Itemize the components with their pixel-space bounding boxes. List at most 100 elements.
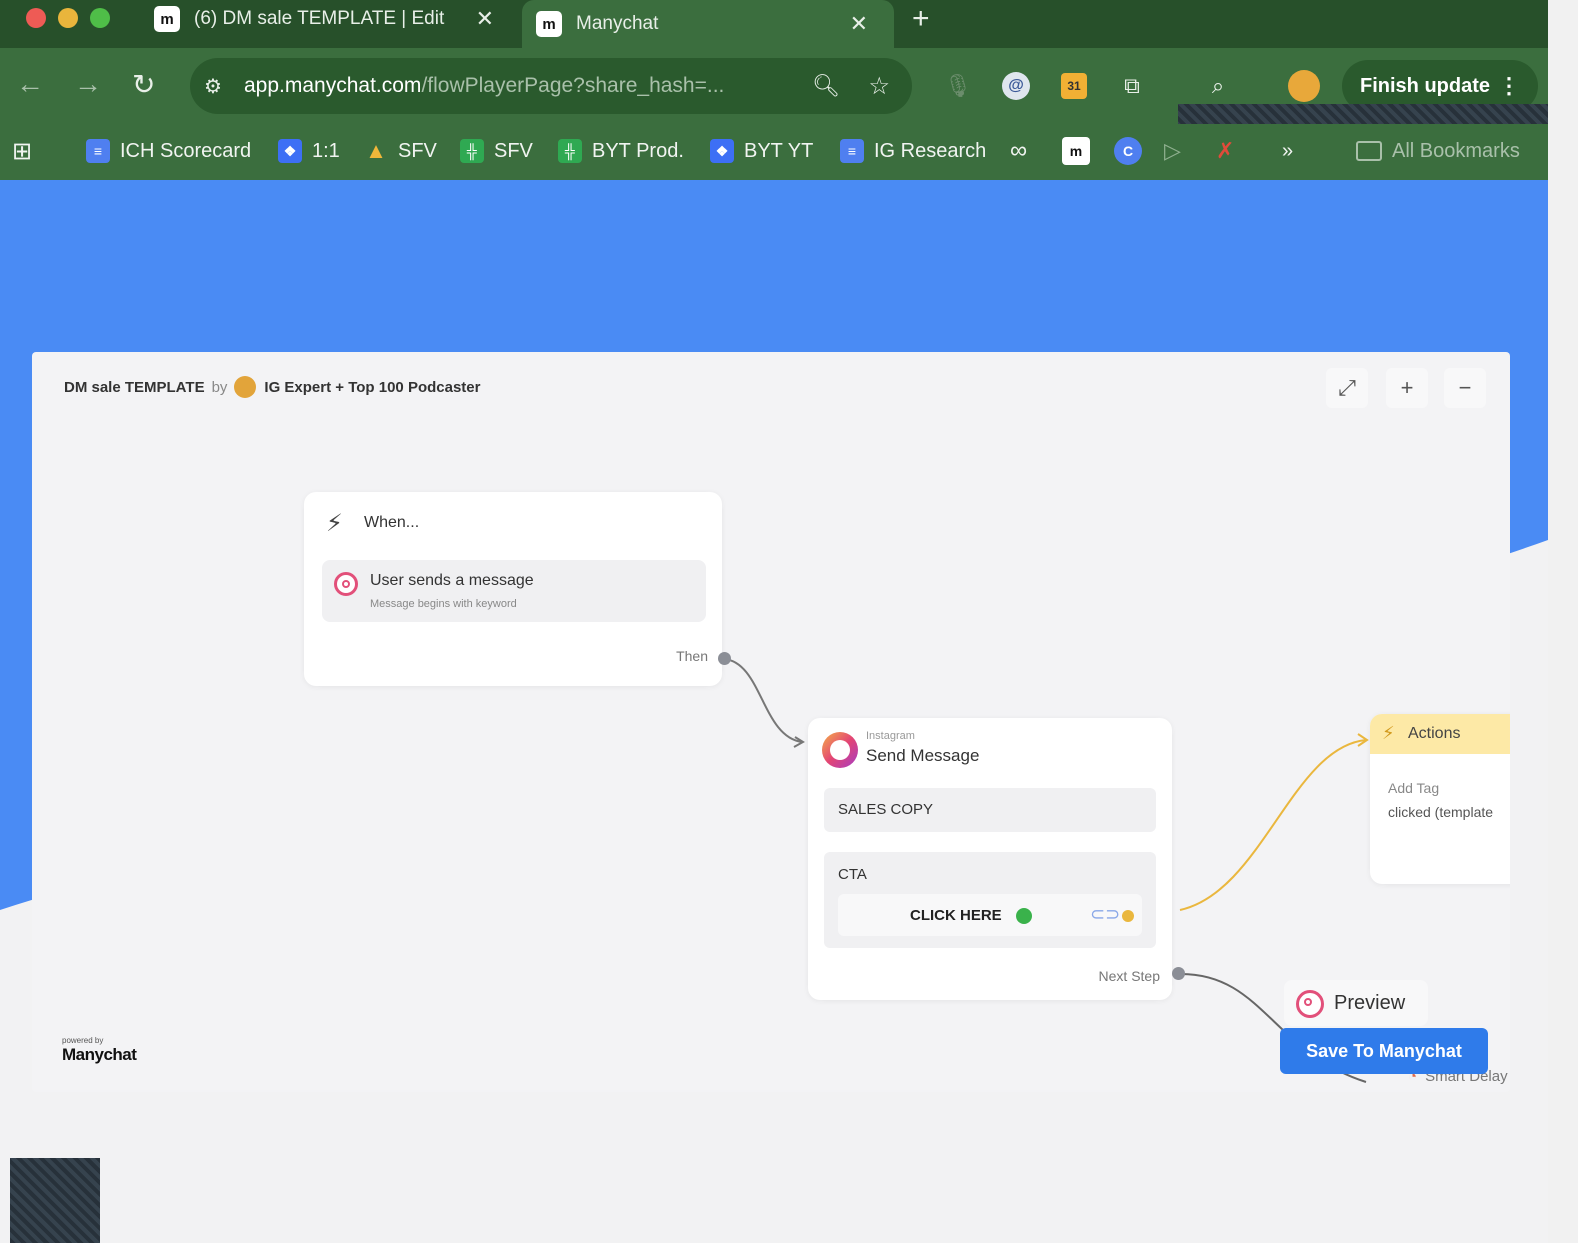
- bookmarks-bar: ⊞ ≡ ICH Scorecard ❖ 1:1 ▲ SFV ╬ SFV ╬ BYT Pro…: [0, 124, 1548, 180]
- tab-search-icon[interactable]: ⌕: [1202, 70, 1234, 102]
- channel-label: Instagram: [866, 730, 915, 742]
- powered-by-label: powered by: [62, 1036, 104, 1045]
- template-name: DM sale TEMPLATE: [64, 378, 205, 396]
- c-bookmark-icon[interactable]: C: [1114, 134, 1152, 168]
- message-text-block[interactable]: SALES COPY: [824, 788, 1156, 832]
- actions-node[interactable]: ⚡︎ Actions Add Tag clicked (template: [1370, 714, 1510, 884]
- flow-title: DM sale TEMPLATE by IG Expert + Top 100 …: [64, 376, 480, 398]
- bookmark-sfv-sheets[interactable]: ╬ SFV: [460, 134, 533, 168]
- tab-manychat[interactable]: m Manychat ✕: [522, 0, 894, 48]
- link-icon: ⊂⊃: [1090, 904, 1121, 924]
- cta-block[interactable]: CTA CLICK HERE ⊂⊃: [824, 852, 1156, 948]
- play-bookmark-icon[interactable]: ▷: [1164, 134, 1181, 168]
- docs-icon: ≡: [86, 139, 110, 163]
- button-port[interactable]: [1122, 910, 1134, 922]
- folder-icon: [1356, 141, 1382, 161]
- forward-icon[interactable]: →: [74, 68, 102, 100]
- dropbox-icon: ❖: [278, 139, 302, 163]
- lightning-icon: ⚡︎: [326, 510, 343, 537]
- author-avatar: [234, 376, 257, 398]
- tab-dm-sale-template[interactable]: m (6) DM sale TEMPLATE | Edit ✕: [140, 0, 520, 38]
- zoom-in-button[interactable]: +: [1386, 368, 1428, 408]
- sheets-icon: ╬: [460, 139, 484, 163]
- redacted-block: [10, 1158, 100, 1243]
- preview-button[interactable]: Preview: [1284, 980, 1428, 1026]
- reload-icon[interactable]: ↻: [132, 68, 155, 101]
- close-tab-icon[interactable]: ✕: [850, 11, 868, 37]
- instagram-icon: [334, 572, 358, 596]
- page-background: DM sale TEMPLATE by IG Expert + Top 100 …: [0, 180, 1548, 1243]
- manychat-favicon-icon: m: [154, 6, 180, 32]
- browser-chrome: m (6) DM sale TEMPLATE | Edit ✕ m Manych…: [0, 0, 1548, 180]
- bookmark-byt-prod[interactable]: ╬ BYT Prod.: [558, 134, 684, 168]
- new-tab-button[interactable]: +: [912, 2, 930, 36]
- link-bookmark-icon[interactable]: ∞: [1010, 134, 1027, 168]
- url-text: app.manychat.com/flowPlayerPage?share_ha…: [244, 74, 725, 97]
- then-label: Then: [676, 648, 708, 664]
- fullscreen-button[interactable]: ⤢: [1326, 368, 1368, 408]
- more-menu-icon[interactable]: ⋮: [1498, 73, 1520, 99]
- bookmark-label: SFV: [398, 139, 437, 162]
- manychat-logo: Manychat: [62, 1045, 137, 1064]
- trigger-condition[interactable]: User sends a message Message begins with…: [322, 560, 706, 622]
- zoom-icon[interactable]: 🔍︎: [812, 73, 840, 99]
- bookmark-label: ICH Scorecard: [120, 139, 252, 162]
- manychat-bookmark-icon[interactable]: m: [1062, 134, 1100, 168]
- powered-by-manychat[interactable]: powered by Manychat: [62, 1036, 137, 1065]
- save-to-manychat-button[interactable]: Save To Manychat: [1280, 1028, 1488, 1074]
- profile-avatar[interactable]: [1288, 70, 1320, 102]
- extensions-puzzle-icon[interactable]: ⧉: [1116, 70, 1148, 102]
- trigger-node[interactable]: ⚡︎ When... User sends a message Message …: [304, 492, 722, 686]
- microphone-icon[interactable]: 🎙︎: [942, 70, 974, 102]
- bookmark-label: 1:1: [312, 139, 340, 162]
- cta-button-label: CLICK HERE: [910, 907, 1002, 924]
- green-circle-emoji-icon: [1016, 908, 1032, 924]
- instagram-icon: [822, 732, 858, 768]
- author-name: IG Expert + Top 100 Podcaster: [264, 378, 481, 396]
- bookmark-label: SFV: [494, 139, 533, 162]
- tab-label: Manychat: [576, 13, 659, 34]
- lightning-icon: ⚡︎: [1382, 723, 1395, 743]
- trigger-title: User sends a message: [370, 572, 534, 589]
- maximize-window-button[interactable]: [90, 8, 110, 28]
- cta-button[interactable]: CLICK HERE ⊂⊃: [838, 894, 1142, 936]
- add-tag-label: Add Tag: [1388, 780, 1440, 796]
- extension-c-icon[interactable]: @: [1000, 70, 1032, 102]
- bookmark-sfv-drive[interactable]: ▲ SFV: [364, 134, 437, 168]
- close-tab-icon[interactable]: ✕: [476, 6, 494, 32]
- flow-canvas[interactable]: DM sale TEMPLATE by IG Expert + Top 100 …: [32, 352, 1510, 1092]
- all-bookmarks[interactable]: All Bookmarks: [1356, 134, 1520, 168]
- site-settings-icon[interactable]: ⚙: [204, 74, 230, 99]
- cta-label: CTA: [838, 866, 867, 883]
- manychat-favicon-icon: m: [536, 11, 562, 37]
- calendar-extension-icon[interactable]: 31: [1058, 70, 1090, 102]
- preview-label: Preview: [1334, 992, 1406, 1014]
- next-step-port[interactable]: [1172, 967, 1185, 980]
- bookmark-label: All Bookmarks: [1392, 139, 1520, 162]
- bookmark-ig-research[interactable]: ≡ IG Research: [840, 134, 986, 168]
- apps-grid-icon[interactable]: ⊞: [12, 134, 32, 168]
- bookmark-byt-yt[interactable]: ❖ BYT YT: [710, 134, 813, 168]
- window-edge: [1548, 0, 1578, 1243]
- trigger-subtitle: Message begins with keyword: [370, 598, 517, 610]
- sheets-icon: ╬: [558, 139, 582, 163]
- minimize-window-button[interactable]: [58, 8, 78, 28]
- zoom-out-button[interactable]: −: [1444, 368, 1486, 408]
- back-icon[interactable]: ←: [16, 68, 44, 100]
- red-bookmark-icon[interactable]: ✗: [1216, 134, 1234, 168]
- drive-icon: ▲: [365, 138, 387, 163]
- tag-value: clicked (template: [1388, 804, 1494, 820]
- browser-toolbar: ← → ↻ ⚙ app.manychat.com/flowPlayerPage?…: [0, 48, 1548, 144]
- bookmark-ich-scorecard[interactable]: ≡ ICH Scorecard: [86, 134, 251, 168]
- node-title: Send Message: [866, 746, 980, 765]
- send-message-node[interactable]: Instagram Send Message SALES COPY CTA CL…: [808, 718, 1172, 1000]
- bookmark-star-icon[interactable]: ☆: [868, 72, 890, 101]
- then-port[interactable]: [718, 652, 731, 665]
- close-window-button[interactable]: [26, 8, 46, 28]
- bookmark-1-1[interactable]: ❖ 1:1: [278, 134, 340, 168]
- docs-icon: ≡: [840, 139, 864, 163]
- bookmark-label: BYT Prod.: [592, 139, 684, 162]
- address-bar[interactable]: ⚙ app.manychat.com/flowPlayerPage?share_…: [190, 58, 912, 114]
- by-label: by: [211, 378, 228, 396]
- overflow-chevron-icon[interactable]: »: [1282, 134, 1293, 168]
